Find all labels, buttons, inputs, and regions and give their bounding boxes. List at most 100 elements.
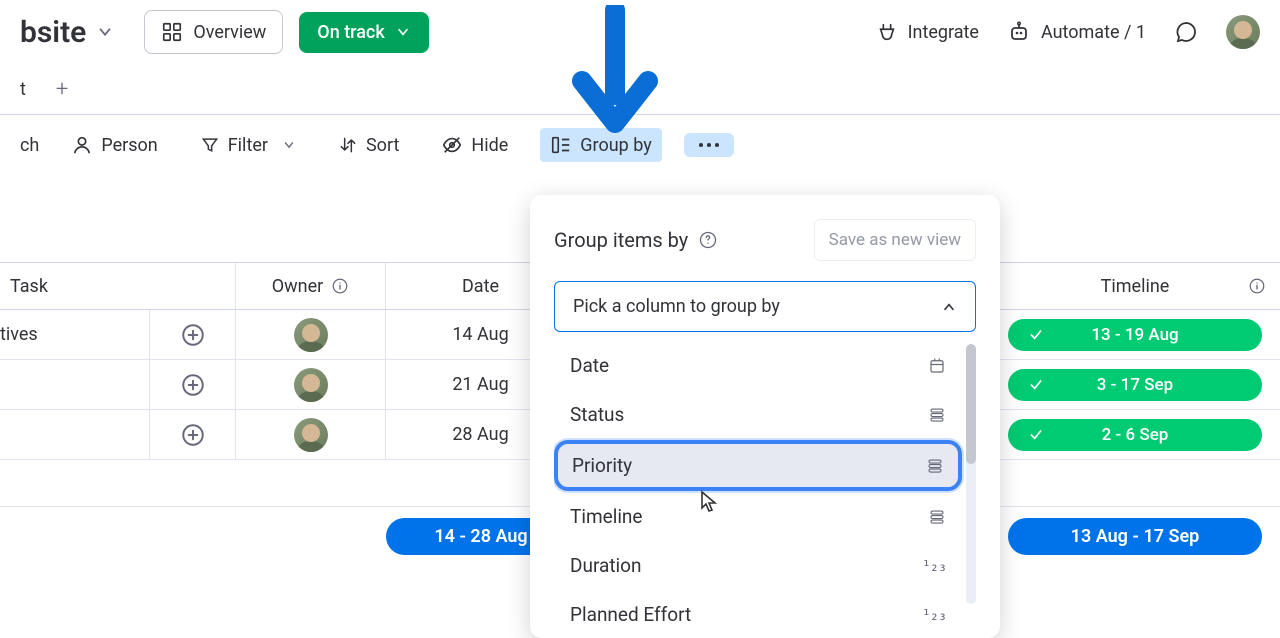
- option-planned-effort[interactable]: Planned Effort ¹₂₃: [554, 591, 962, 630]
- cell-timeline[interactable]: 13 - 19 Aug: [990, 310, 1280, 359]
- hide-label: Hide: [471, 135, 508, 156]
- cell-expand[interactable]: [150, 410, 236, 459]
- option-label: Timeline: [570, 505, 643, 528]
- col-timeline-label: Timeline: [1101, 276, 1170, 297]
- add-view-button[interactable]: +: [56, 77, 68, 102]
- check-icon: [1028, 327, 1044, 343]
- cell-owner[interactable]: [236, 410, 386, 459]
- scrollbar-thumb[interactable]: [966, 344, 976, 464]
- filter-label: Filter: [228, 135, 268, 156]
- cell-expand[interactable]: [150, 360, 236, 409]
- person-label: Person: [101, 135, 157, 156]
- expand-icon: [180, 372, 206, 398]
- option-status[interactable]: Status: [554, 391, 962, 438]
- option-date[interactable]: Date: [554, 342, 962, 389]
- avatar: [294, 318, 328, 352]
- group-by-popover: Group items by Save as new view Pick a c…: [530, 195, 1000, 638]
- col-task-label: Task: [10, 276, 48, 297]
- save-view-label: Save as new view: [829, 230, 961, 250]
- col-owner-label: Owner: [272, 276, 324, 297]
- board-title[interactable]: bsite: [20, 15, 86, 50]
- popover-title: Group items by: [554, 228, 718, 252]
- automate-label: Automate / 1: [1041, 22, 1146, 43]
- option-duration[interactable]: Duration ¹₂₃: [554, 542, 962, 589]
- avatar: [294, 368, 328, 402]
- header-actions: Integrate Automate / 1: [876, 15, 1260, 49]
- tab-main[interactable]: t: [20, 79, 26, 100]
- avatar: [294, 418, 328, 452]
- summary-timeline: 13 Aug - 17 Sep: [990, 518, 1280, 555]
- popover-title-text: Group items by: [554, 228, 688, 252]
- group-icon: [550, 134, 572, 156]
- cursor-icon: [700, 490, 718, 512]
- chat-icon: [1174, 20, 1198, 44]
- option-label: Priority: [572, 454, 632, 477]
- help-icon[interactable]: [698, 230, 718, 250]
- hide-button[interactable]: Hide: [431, 128, 518, 162]
- integrate-label: Integrate: [908, 22, 979, 43]
- info-icon[interactable]: [1248, 277, 1266, 295]
- cell-task[interactable]: tives: [0, 310, 150, 359]
- chevron-down-icon[interactable]: [96, 23, 114, 41]
- number-type-icon: ¹₂₃: [922, 606, 946, 624]
- option-priority[interactable]: Priority: [554, 440, 962, 491]
- cell-expand[interactable]: [150, 310, 236, 359]
- check-icon: [1028, 377, 1044, 393]
- sort-icon: [338, 135, 358, 155]
- options-list[interactable]: Date Status Priority Timeline Duration ¹…: [554, 340, 976, 630]
- automate-button[interactable]: Automate / 1: [1007, 20, 1146, 44]
- status-button[interactable]: On track: [299, 12, 428, 53]
- option-label: Status: [570, 403, 624, 426]
- integrate-button[interactable]: Integrate: [876, 21, 979, 43]
- more-options-button[interactable]: [684, 133, 734, 157]
- cell-timeline[interactable]: 2 - 6 Sep: [990, 410, 1280, 459]
- select-placeholder: Pick a column to group by: [573, 296, 780, 317]
- col-owner[interactable]: Owner: [236, 263, 386, 309]
- timeline-text: 3 - 17 Sep: [1097, 375, 1173, 395]
- date-text: 28 Aug: [452, 424, 508, 445]
- timeline-pill: 13 - 19 Aug: [1008, 319, 1262, 351]
- timeline-pill: 2 - 6 Sep: [1008, 419, 1262, 451]
- check-icon: [1028, 427, 1044, 443]
- option-label: Date: [570, 354, 609, 377]
- person-icon: [71, 134, 93, 156]
- sort-label: Sort: [366, 135, 399, 156]
- cell-task[interactable]: [0, 410, 150, 459]
- filter-button[interactable]: Filter: [190, 129, 306, 162]
- summary-timeline-text: 13 Aug - 17 Sep: [1071, 526, 1200, 547]
- summary-timeline-pill[interactable]: 13 Aug - 17 Sep: [1008, 518, 1262, 555]
- status-type-icon: [928, 406, 946, 424]
- eye-off-icon: [441, 134, 463, 156]
- task-text: tives: [0, 324, 38, 345]
- option-timeline[interactable]: Timeline: [554, 493, 962, 540]
- grid-icon: [161, 21, 183, 43]
- info-icon[interactable]: [331, 277, 349, 295]
- date-text: 14 Aug: [452, 324, 508, 345]
- cell-timeline[interactable]: 3 - 17 Sep: [990, 360, 1280, 409]
- filter-icon: [200, 135, 220, 155]
- cell-owner[interactable]: [236, 360, 386, 409]
- cell-task[interactable]: [0, 360, 150, 409]
- avatar[interactable]: [1226, 15, 1260, 49]
- cell-owner[interactable]: [236, 310, 386, 359]
- plug-icon: [876, 21, 898, 43]
- column-select[interactable]: Pick a column to group by: [554, 281, 976, 332]
- timeline-pill: 3 - 17 Sep: [1008, 369, 1262, 401]
- calendar-icon: [928, 357, 946, 375]
- sort-button[interactable]: Sort: [328, 129, 409, 162]
- overview-label: Overview: [193, 22, 266, 43]
- option-label: Duration: [570, 554, 642, 577]
- status-type-icon: [928, 508, 946, 526]
- col-timeline[interactable]: Timeline: [990, 263, 1280, 309]
- chat-button[interactable]: [1174, 20, 1198, 44]
- status-type-icon: [926, 457, 944, 475]
- save-as-new-view-button[interactable]: Save as new view: [814, 219, 976, 261]
- expand-icon: [180, 322, 206, 348]
- col-task[interactable]: Task: [0, 263, 236, 309]
- option-label: Planned Effort: [570, 603, 691, 626]
- search-partial-label[interactable]: ch: [20, 135, 39, 156]
- expand-icon: [180, 422, 206, 448]
- date-text: 21 Aug: [452, 374, 508, 395]
- person-filter-button[interactable]: Person: [61, 128, 167, 162]
- overview-button[interactable]: Overview: [144, 10, 283, 54]
